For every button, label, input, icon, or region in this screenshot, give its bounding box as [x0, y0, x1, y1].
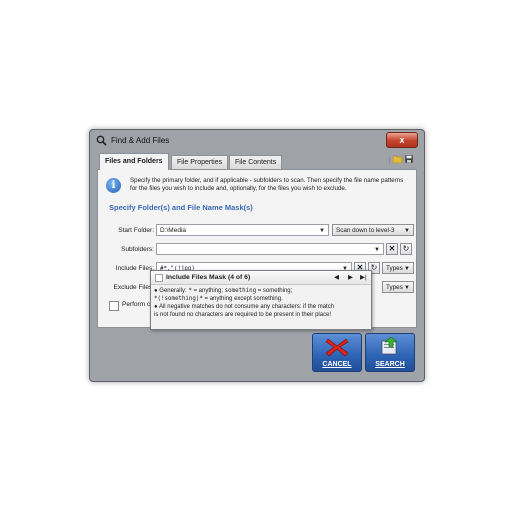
exclude-types-button[interactable]: Types ▼ [382, 281, 414, 293]
close-icon: x [399, 135, 405, 145]
tooltip-line2-suffix: = anything except something. [202, 296, 283, 302]
chevron-down-icon: ▼ [404, 228, 410, 234]
tooltip-line-4: is not found no characters are required … [154, 312, 332, 318]
info-description: Specify the primary folder, and if appli… [130, 177, 404, 192]
cancel-x-icon [325, 337, 349, 359]
search-label: SEARCH [375, 361, 405, 368]
types-label: Types [386, 284, 403, 291]
tooltip-line1-prefix: ● Generally: [154, 288, 189, 294]
perform-checkbox[interactable] [109, 301, 119, 311]
close-button[interactable]: x [386, 132, 418, 148]
tab-bar: Files and Folders File Properties File C… [97, 153, 417, 170]
tooltip-header: Include Files Mask (4 of 6) ◀ ▶ ▶| [151, 271, 371, 285]
chevron-down-icon[interactable]: ▼ [319, 225, 325, 237]
last-tip-icon[interactable]: ▶| [360, 273, 367, 281]
tooltip-title: Include Files Mask (4 of 6) [166, 274, 251, 281]
chevron-down-icon: ▼ [404, 266, 410, 272]
cancel-label: CANCEL [322, 361, 352, 368]
chevron-down-icon: ▼ [404, 285, 410, 291]
tooltip-code-something: something [224, 288, 257, 294]
types-label: Types [386, 265, 403, 272]
section-title: Specify Folder(s) and File Name Mask(s) [109, 203, 253, 212]
clear-subfolders-button[interactable]: ✕ [386, 243, 398, 255]
tooltip-code-negation: *(!something)* [154, 296, 203, 302]
tab-files-and-folders[interactable]: Files and Folders [99, 153, 169, 170]
scan-depth-value: Scan down to level-3 [336, 227, 395, 234]
tab-file-properties[interactable]: File Properties [171, 155, 229, 170]
window-title: Find & Add Files [111, 136, 170, 145]
tooltip-line-1: ● Generally: * = anything; something = s… [154, 287, 368, 295]
start-folder-value: D:\Media [160, 227, 187, 234]
subfolders-input[interactable]: ▼ [156, 243, 384, 255]
cancel-button[interactable]: CANCEL [312, 333, 362, 372]
tooltip-body: ● Generally: * = anything; something = s… [154, 287, 368, 319]
subfolders-label: Subfolders: [121, 246, 154, 253]
close-icon: ✕ [388, 244, 396, 253]
include-mask-tooltip: Include Files Mask (4 of 6) ◀ ▶ ▶| ● Gen… [150, 270, 372, 330]
scan-depth-select[interactable]: Scan down to level-3 ▼ [332, 224, 414, 236]
include-types-button[interactable]: Types ▼ [382, 262, 414, 274]
chevron-down-icon[interactable]: ▼ [374, 244, 380, 256]
magnifier-icon [96, 135, 107, 146]
search-document-icon [379, 336, 401, 359]
toolbar-icons: | [388, 155, 413, 165]
reset-subfolders-button[interactable]: ↻ [400, 243, 412, 255]
tooltip-pin-icon[interactable] [155, 274, 163, 282]
search-button[interactable]: SEARCH [365, 333, 415, 372]
start-folder-label: Start Folder: [118, 227, 154, 234]
next-tip-icon[interactable]: ▶ [348, 273, 353, 281]
start-folder-input[interactable]: D:\Media ▼ [156, 224, 329, 236]
refresh-icon: ↻ [402, 244, 410, 253]
folder-open-icon[interactable] [392, 155, 405, 165]
tab-file-contents[interactable]: File Contents [229, 155, 283, 170]
save-disk-icon[interactable] [405, 155, 413, 165]
exclude-files-label: Exclude Files: [113, 284, 154, 291]
tooltip-line1-mid1: = anything; [191, 288, 225, 294]
tooltip-line-3: ● All negative matches do not consume an… [154, 304, 335, 310]
tooltip-line-2: *(!something)* = anything except somethi… [154, 295, 368, 303]
title-bar[interactable]: Find & Add Files x [90, 130, 424, 152]
previous-tip-icon[interactable]: ◀ [334, 273, 339, 281]
find-add-files-dialog: Find & Add Files x Files and Folders Fil… [89, 129, 425, 382]
include-files-label: Include Files: [115, 265, 154, 272]
info-icon: i [106, 178, 121, 193]
tooltip-line1-mid2: = something; [256, 288, 293, 294]
